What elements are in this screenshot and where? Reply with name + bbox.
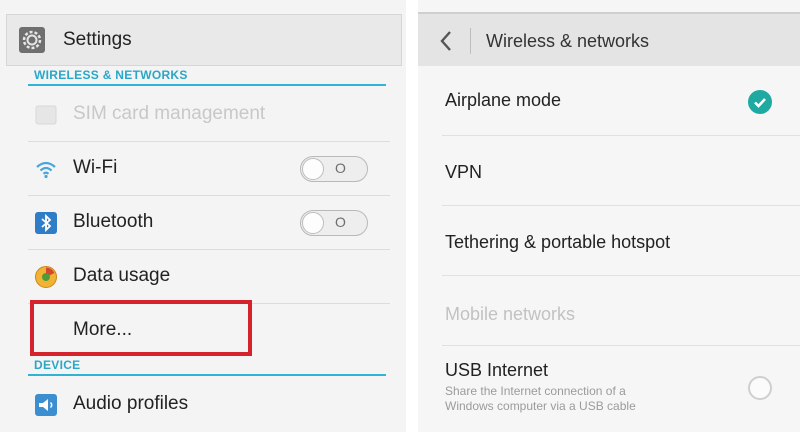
bluetooth-toggle[interactable]: O <box>300 210 368 236</box>
toggle-knob <box>302 158 324 180</box>
toggle-knob <box>302 212 324 234</box>
audio-profiles-item[interactable]: Audio profiles <box>28 378 390 432</box>
bluetooth-icon <box>34 211 58 235</box>
audio-profiles-icon <box>34 393 58 417</box>
audio-profiles-label: Audio profiles <box>73 393 189 414</box>
toggle-state: O <box>335 160 346 176</box>
mobile-networks-item: Mobile networks <box>418 276 800 346</box>
usb-internet-item[interactable]: USB Internet Share the Internet connecti… <box>418 346 800 432</box>
header-separator <box>470 28 471 54</box>
settings-header: Settings <box>6 14 402 66</box>
data-usage-label: Data usage <box>73 265 171 286</box>
wifi-icon <box>34 157 58 181</box>
back-arrow-icon[interactable] <box>436 28 458 54</box>
tethering-hotspot-item[interactable]: Tethering & portable hotspot <box>418 206 800 276</box>
wifi-toggle[interactable]: O <box>300 156 368 182</box>
vpn-item[interactable]: VPN <box>418 136 800 206</box>
tethering-hotspot-label: Tethering & portable hotspot <box>445 232 671 252</box>
toggle-state: O <box>335 214 346 230</box>
data-usage-icon <box>34 265 58 289</box>
usb-internet-label: USB Internet <box>445 360 549 380</box>
sim-card-icon <box>34 103 58 127</box>
wireless-header: Wireless & networks <box>418 12 800 66</box>
section-header-wireless: WIRELESS & NETWORKS <box>34 68 188 82</box>
page-title: Wireless & networks <box>486 31 650 51</box>
usb-internet-description: Share the Internet connection of a Windo… <box>445 384 725 414</box>
usb-internet-description-line2: Windows computer via a USB cable <box>445 399 636 413</box>
bluetooth-label: Bluetooth <box>73 211 154 232</box>
mobile-networks-label: Mobile networks <box>445 304 576 324</box>
data-usage-item[interactable]: Data usage <box>28 250 390 304</box>
section-divider <box>28 374 386 376</box>
section-divider <box>28 84 386 86</box>
sim-card-management-item: SIM card management <box>28 88 390 142</box>
usb-internet-checkbox[interactable] <box>748 376 772 400</box>
checkmark-icon <box>754 98 766 108</box>
wifi-label: Wi-Fi <box>73 157 118 178</box>
section-header-device: DEVICE <box>34 358 81 372</box>
usb-internet-description-line1: Share the Internet connection of a <box>445 384 626 398</box>
airplane-mode-checkbox[interactable] <box>748 90 772 114</box>
vpn-label: VPN <box>445 162 483 182</box>
more-highlight-box <box>30 300 252 356</box>
airplane-mode-item[interactable]: Airplane mode <box>418 66 800 136</box>
settings-panel: Settings WIRELESS & NETWORKS SIM card ma… <box>0 0 406 432</box>
page-title: Settings <box>63 29 132 50</box>
wireless-networks-panel: Wireless & networks Airplane mode VPN Te… <box>418 0 800 432</box>
wifi-item[interactable]: Wi-Fi O <box>28 142 390 196</box>
airplane-mode-label: Airplane mode <box>445 90 562 110</box>
bluetooth-item[interactable]: Bluetooth O <box>28 196 390 250</box>
sim-card-label: SIM card management <box>73 103 266 124</box>
settings-gear-icon <box>19 27 45 53</box>
